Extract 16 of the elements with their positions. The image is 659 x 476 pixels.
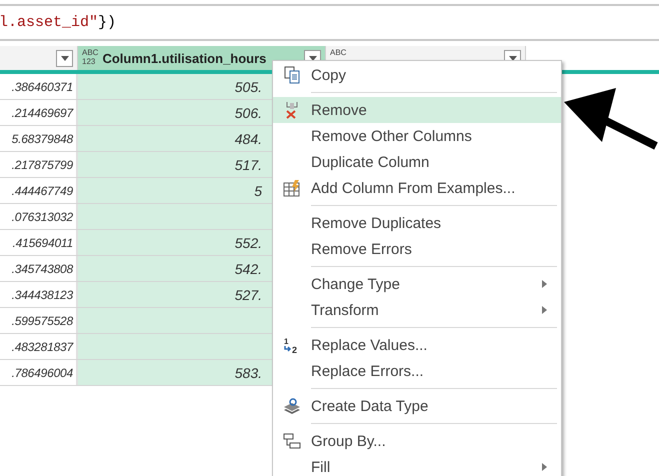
data-type-icon: ABC 123 xyxy=(82,48,98,66)
column-name: Column1.utilisation_hours xyxy=(102,50,266,66)
layers-icon xyxy=(283,397,301,415)
formula-text: l.asset_id"}) xyxy=(0,14,116,31)
menu-item[interactable]: Remove xyxy=(273,97,561,123)
remove-column-icon xyxy=(284,101,300,119)
caret-icon xyxy=(60,56,68,60)
group-by-icon xyxy=(283,433,301,449)
menu-item[interactable]: Fill xyxy=(273,454,561,476)
menu-item[interactable]: Create Data Type xyxy=(273,393,561,419)
menu-item[interactable]: 1 2 Replace Values... xyxy=(273,332,561,358)
menu-item[interactable]: Group By... xyxy=(273,428,561,454)
copy-icon xyxy=(283,66,301,84)
data-type-icon: ABC xyxy=(330,48,346,57)
filter-dropdown[interactable] xyxy=(56,50,73,66)
table-lightning-icon xyxy=(283,179,301,197)
